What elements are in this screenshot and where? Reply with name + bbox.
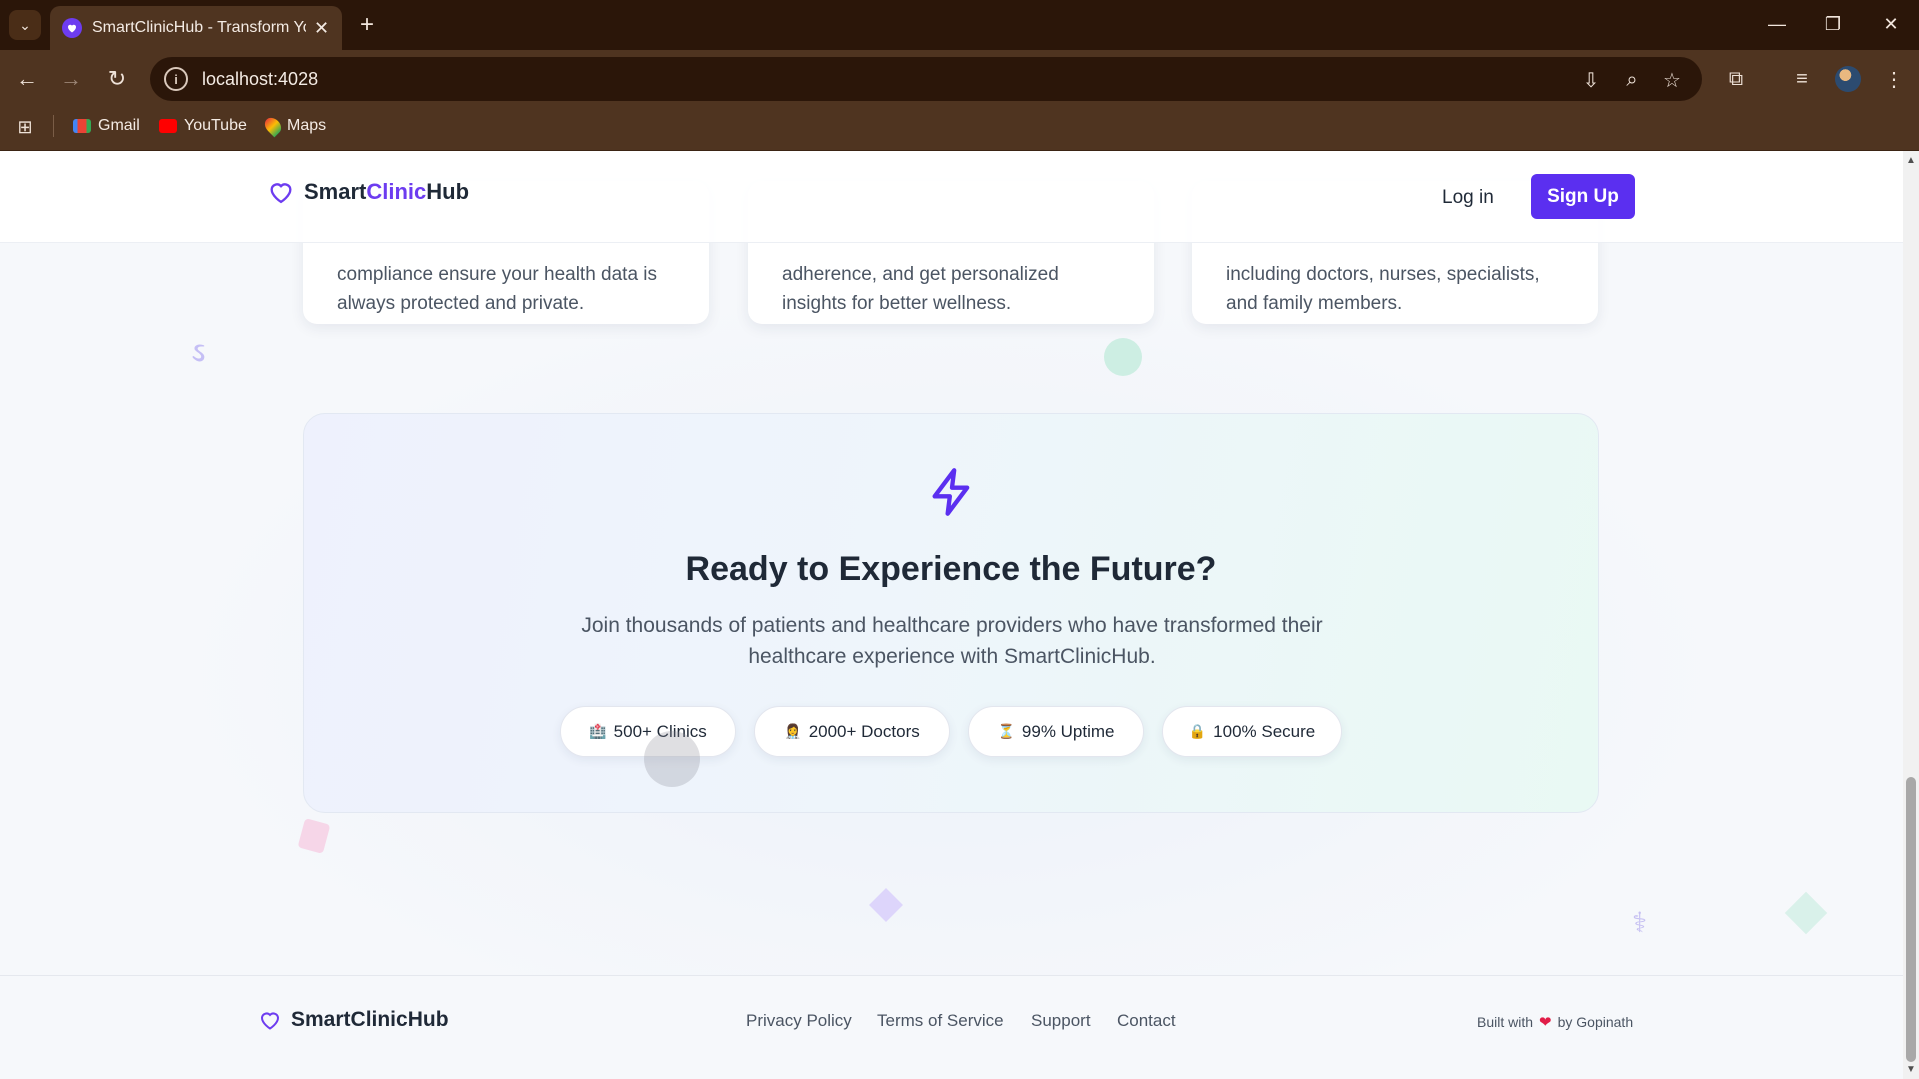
bookmark-maps[interactable]: Maps	[261, 113, 327, 139]
cursor-highlight	[644, 731, 700, 787]
stat-label: 100% Secure	[1213, 721, 1316, 741]
brand-hub: Hub	[426, 179, 470, 204]
site-footer: SmartClinicHub Privacy Policy Terms of S…	[0, 975, 1903, 1079]
diamond-deco	[1784, 891, 1828, 935]
install-app-icon[interactable]: ⇩	[1578, 67, 1604, 93]
stat-pill-secure: 🔒 100% Secure	[1162, 706, 1342, 757]
terms-of-service-link[interactable]: Terms of Service	[877, 1011, 1004, 1031]
cta-section: Ready to Experience the Future? Join tho…	[303, 413, 1599, 813]
scroll-down-arrow[interactable]: ▼	[1905, 1064, 1917, 1075]
reload-icon[interactable]: ↻	[101, 63, 133, 95]
lightning-icon	[926, 466, 978, 518]
browser-tab[interactable]: SmartClinicHub - Transform Your ✕	[50, 6, 342, 50]
page-viewport: compliance ensure your health data is al…	[0, 151, 1903, 1079]
maps-icon	[261, 114, 285, 138]
profile-avatar[interactable]	[1835, 66, 1861, 92]
forward-icon[interactable]: →	[55, 63, 87, 95]
hospital-icon: 🏥	[589, 723, 607, 739]
bookmarks-divider	[53, 115, 54, 137]
brand-clinic: Clinic	[366, 179, 427, 204]
built-by-text: by Gopinath	[1557, 1014, 1634, 1030]
feature-card-text: compliance ensure your health data is al…	[337, 264, 658, 314]
footer-brand: SmartClinicHub	[291, 1008, 449, 1031]
footer-logo[interactable]: SmartClinicHub	[257, 1008, 449, 1032]
site-logo[interactable]: Smart Clinic Hub	[266, 178, 469, 206]
built-with-credit: Built with ❤ by Gopinath	[1477, 1013, 1633, 1031]
hourglass-icon: ⏳	[997, 723, 1015, 739]
caduceus-deco-icon: ⚕	[1632, 907, 1648, 938]
feature-card-text: adherence, and get personalized insights…	[782, 264, 1059, 314]
bookmark-label: YouTube	[184, 117, 247, 134]
stat-pill-doctors: 👩‍⚕️ 2000+ Doctors	[754, 706, 950, 757]
bookmark-youtube[interactable]: YouTube	[159, 113, 247, 139]
dna-deco-icon: ઽ	[192, 337, 205, 367]
cta-title: Ready to Experience the Future?	[685, 550, 1217, 588]
apps-grid-icon[interactable]: ⊞	[12, 114, 38, 140]
scrollbar-thumb[interactable]	[1906, 777, 1916, 1062]
close-window-icon[interactable]: ✕	[1871, 8, 1911, 40]
built-with-text: Built with	[1477, 1014, 1534, 1030]
scroll-up-arrow[interactable]: ▲	[1905, 155, 1917, 166]
stat-label: 2000+ Doctors	[808, 721, 920, 741]
tab-close-icon[interactable]: ✕	[314, 18, 329, 39]
bookmark-star-icon[interactable]: ☆	[1659, 67, 1685, 93]
heart-logo-icon	[260, 1012, 280, 1030]
brand-smart: Smart	[304, 179, 367, 204]
tab-title: SmartClinicHub - Transform Your	[92, 19, 306, 36]
feature-card-text: including doctors, nurses, specialists, …	[1226, 264, 1540, 314]
url-text: localhost:4028	[202, 68, 319, 89]
site-info-icon[interactable]: i	[164, 67, 188, 91]
contact-link[interactable]: Contact	[1117, 1011, 1176, 1031]
restore-icon[interactable]: ❐	[1813, 8, 1853, 40]
heart-favicon-icon	[62, 18, 82, 38]
circle-deco	[1104, 338, 1142, 376]
doctor-icon: 👩‍⚕️	[784, 723, 802, 739]
back-icon[interactable]: ←	[11, 63, 43, 95]
heart-logo-icon	[270, 183, 292, 204]
zoom-icon[interactable]: ⌕	[1619, 67, 1645, 93]
privacy-policy-link[interactable]: Privacy Policy	[746, 1011, 852, 1031]
minimize-icon[interactable]: —	[1757, 8, 1797, 40]
site-header: Smart Clinic Hub Log in Sign Up	[0, 151, 1903, 243]
tab-search-button[interactable]: ⌄	[9, 10, 41, 40]
extensions-icon[interactable]: ⧉	[1720, 63, 1752, 95]
menu-kebab-icon[interactable]: ⋮	[1878, 63, 1910, 95]
bookmark-label: Gmail	[98, 117, 140, 134]
cta-subtitle: Join thousands of patients and healthcar…	[581, 614, 1323, 668]
lock-icon: 🔒	[1188, 723, 1207, 739]
address-bar[interactable]: i localhost:4028	[150, 57, 1702, 101]
new-tab-button[interactable]: +	[352, 10, 382, 40]
stat-pill-uptime: ⏳ 99% Uptime	[968, 706, 1144, 757]
stat-label: 99% Uptime	[1021, 721, 1115, 741]
login-link[interactable]: Log in	[1442, 187, 1494, 209]
bookmark-label: Maps	[287, 117, 327, 134]
bookmark-gmail[interactable]: Gmail	[73, 113, 140, 139]
signup-button[interactable]: Sign Up	[1531, 174, 1635, 219]
media-control-icon[interactable]: ≡	[1786, 63, 1818, 95]
support-link[interactable]: Support	[1031, 1011, 1091, 1031]
heart-icon: ❤	[1539, 1014, 1552, 1031]
gmail-icon	[73, 119, 91, 133]
youtube-icon	[159, 119, 177, 133]
